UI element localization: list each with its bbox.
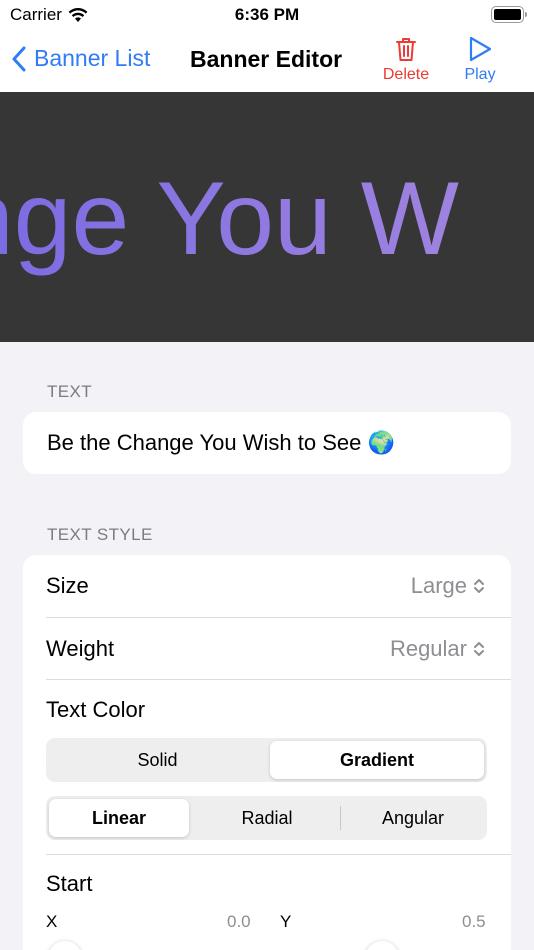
divider (46, 854, 511, 855)
editor-form: TEXT Be the Change You Wish to See 🌍 TEX… (0, 356, 534, 950)
banner-preview[interactable]: ange You W (0, 92, 534, 342)
size-picker[interactable]: Large (411, 573, 485, 599)
size-value: Large (410, 573, 467, 598)
size-picker-row[interactable]: Size Large (23, 555, 511, 618)
weight-picker-row[interactable]: Weight Regular (23, 618, 511, 681)
start-label: Start (46, 871, 93, 896)
delete-button[interactable]: Delete (378, 34, 434, 84)
weight-label: Weight (46, 636, 115, 661)
navigation-bar: Banner List Banner Editor Delete Play (0, 30, 534, 92)
start-x-value: 0.0 (227, 912, 251, 931)
banner-text-input[interactable]: Be the Change You Wish to See 🌍 (47, 430, 395, 456)
gradient-type-segmented-control[interactable]: Linear Radial Angular (46, 796, 487, 840)
trash-icon (396, 38, 416, 61)
text-style-card: Size Large Weight Regular Text Color Sol… (23, 555, 511, 950)
start-y-value: 0.5 (462, 912, 486, 931)
start-x-slider-thumb[interactable] (48, 941, 82, 950)
page-title: Banner Editor (190, 46, 343, 72)
back-button[interactable]: Banner List (12, 45, 150, 72)
gradient-option-radial[interactable]: Radial (194, 799, 340, 837)
weight-picker[interactable]: Regular (390, 636, 485, 662)
segment-separator (340, 806, 341, 830)
chevron-up-down-icon (474, 579, 484, 593)
status-time: 6:36 PM (234, 5, 300, 24)
fill-option-gradient[interactable]: Gradient (270, 741, 484, 779)
play-icon (469, 36, 492, 62)
back-button-label: Banner List (34, 45, 151, 71)
chevron-up-down-icon (474, 642, 484, 656)
divider (46, 679, 511, 680)
text-color-label: Text Color (46, 697, 146, 722)
weight-value: Regular (389, 636, 467, 661)
banner-preview-text: ange You W (0, 160, 459, 280)
delete-label: Delete (382, 66, 430, 83)
text-field[interactable]: Be the Change You Wish to See 🌍 (23, 412, 511, 474)
gradient-option-angular[interactable]: Angular (342, 799, 484, 837)
fill-option-solid[interactable]: Solid (49, 741, 266, 779)
start-y-slider-thumb[interactable] (365, 941, 399, 950)
text-section-header: TEXT (47, 382, 93, 401)
chevron-left-icon (12, 46, 26, 71)
status-bar: Carrier 6:36 PM (0, 0, 534, 30)
text-style-section-header: TEXT STYLE (47, 525, 153, 544)
battery-icon (491, 6, 527, 23)
start-x-label: X (46, 912, 58, 931)
play-label: Play (464, 66, 496, 83)
gradient-option-linear[interactable]: Linear (49, 799, 189, 837)
play-button[interactable]: Play (455, 34, 505, 84)
size-label: Size (46, 573, 89, 598)
fill-type-segmented-control[interactable]: Solid Gradient (46, 738, 487, 782)
start-y-label: Y (280, 912, 292, 931)
